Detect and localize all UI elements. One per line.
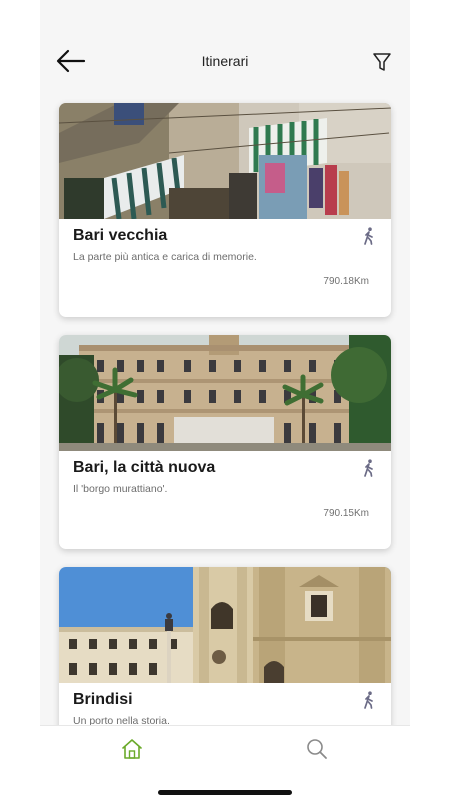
itinerary-card[interactable]: Brindisi Un porto nella storia.: [59, 567, 391, 725]
nav-header: Itinerari: [40, 0, 410, 100]
itinerary-subtitle: La parte più antica e carica di memorie.: [73, 251, 257, 263]
itinerary-title: Brindisi: [73, 691, 133, 708]
walking-icon: [364, 459, 373, 477]
search-icon[interactable]: [305, 737, 329, 761]
itinerary-photo: [59, 567, 391, 683]
walking-icon: [364, 227, 373, 245]
itinerary-title: Bari vecchia: [73, 227, 168, 244]
itinerary-photo: [59, 103, 391, 219]
itinerary-title: Bari, la città nuova: [73, 459, 216, 476]
home-indicator-bar: [158, 790, 292, 795]
itinerary-photo: [59, 335, 391, 451]
home-icon[interactable]: [120, 737, 144, 761]
itinerary-list[interactable]: Bari vecchia La parte più antica e caric…: [40, 0, 410, 725]
page-title: Itinerari: [201, 53, 249, 69]
bottom-tab-bar: [40, 725, 410, 800]
itinerary-card[interactable]: Bari vecchia La parte più antica e caric…: [59, 103, 391, 317]
funnel-filter-icon[interactable]: [372, 51, 392, 73]
itinerary-distance: 790.15Km: [323, 508, 369, 519]
itinerary-card[interactable]: Bari, la città nuova Il 'borgo murattian…: [59, 335, 391, 549]
itinerary-subtitle: Il 'borgo murattiano'.: [73, 483, 168, 495]
app-screen: Bari vecchia La parte più antica e caric…: [40, 0, 410, 800]
walking-icon: [364, 691, 373, 709]
itinerary-distance: 790.18Km: [323, 276, 369, 287]
itinerary-subtitle: Un porto nella storia.: [73, 715, 170, 725]
